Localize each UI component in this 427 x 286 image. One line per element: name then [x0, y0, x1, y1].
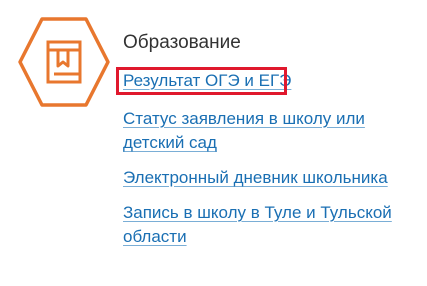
list-item: Электронный дневник школьника — [123, 166, 388, 190]
list-item: Запись в школу в Туле и Тульской области — [123, 201, 408, 249]
education-service-card: Образование Результат ОГЭ и ЕГЭ Статус з… — [0, 0, 427, 286]
list-item: Результат ОГЭ и ЕГЭ — [123, 69, 291, 93]
list-item: Статус заявления в школу или детский сад — [123, 107, 393, 155]
e-diary-link[interactable]: Электронный дневник школьника — [123, 168, 388, 187]
section-title: Образование — [123, 32, 241, 53]
exam-results-link[interactable]: Результат ОГЭ и ЕГЭ — [123, 71, 291, 90]
application-status-link[interactable]: Статус заявления в школу или детский сад — [123, 109, 365, 152]
school-enrollment-link[interactable]: Запись в школу в Туле и Тульской области — [123, 203, 392, 246]
book-hexagon-icon — [18, 16, 110, 108]
